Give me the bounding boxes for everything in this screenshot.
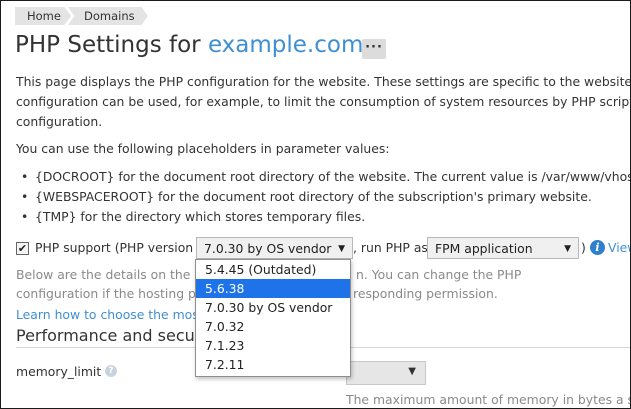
details-line-2b: responding permission. (353, 286, 498, 301)
learn-more-link[interactable]: Learn how to choose the mos (16, 305, 199, 325)
info-icon[interactable]: i (590, 240, 605, 255)
chevron-down-icon: ▼ (408, 366, 416, 377)
breadcrumb-domains[interactable]: Domains (68, 7, 148, 25)
view-link[interactable]: View (608, 238, 630, 258)
intro-line-2: configuration can be used, for example, … (16, 94, 631, 109)
dropdown-option[interactable]: 7.0.30 by OS vendor (196, 298, 350, 317)
intro-line-3: configuration. (16, 114, 103, 129)
details-line-1b: n. You can change the PHP (356, 267, 522, 282)
dropdown-option[interactable]: 7.1.23 (196, 336, 350, 355)
dropdown-option-highlighted[interactable]: 5.6.38 (196, 279, 350, 298)
page-title: PHP Settings for example.com (15, 32, 363, 58)
page-title-prefix: PHP Settings for (15, 32, 208, 58)
php-handler-select[interactable]: FPM application ▼ (427, 237, 579, 259)
details-line-1a: Below are the details on the w (16, 267, 205, 282)
list-item: {DOCROOT} for the document root director… (16, 167, 630, 187)
list-item: {WEBSPACEROOT} for the document root dir… (16, 187, 630, 207)
more-options-button[interactable]: ··· (362, 39, 386, 59)
run-php-as-label: , run PHP as (353, 240, 428, 255)
php-version-dropdown[interactable]: 5.4.45 (Outdated) 5.6.38 7.0.30 by OS ve… (195, 259, 351, 377)
section-title: Performance and securi (16, 326, 206, 345)
memory-limit-label: memory_limit (16, 364, 102, 379)
breadcrumb-home[interactable]: Home (15, 7, 71, 25)
placeholder-list: {DOCROOT} for the document root director… (16, 167, 630, 227)
dropdown-option[interactable]: 5.4.45 (Outdated) (196, 260, 350, 279)
placeholders-intro: You can use the following placeholders i… (16, 141, 390, 156)
page-frame: Home Domains PHP Settings for example.co… (0, 0, 631, 409)
details-line-2a: configuration if the hosting pr (16, 286, 201, 301)
php-support-checkbox[interactable]: ✔ (16, 242, 29, 255)
chevron-down-icon: ▼ (564, 244, 571, 254)
dropdown-option[interactable]: 7.2.11 (196, 355, 350, 374)
close-paren: ) (581, 240, 586, 255)
chevron-down-icon: ▼ (338, 244, 345, 254)
intro-line-1: This page displays the PHP configuration… (16, 74, 631, 89)
php-support-label: PHP support (PHP version (35, 240, 194, 255)
memory-limit-select[interactable]: ▼ (346, 361, 426, 385)
help-icon[interactable]: ? (105, 365, 117, 377)
php-version-select[interactable]: 7.0.30 by OS vendor ▼ (196, 237, 353, 259)
php-version-value: 7.0.30 by OS vendor (204, 241, 332, 256)
memory-limit-hint: The maximum amount of memory in bytes a … (346, 392, 630, 407)
php-handler-value: FPM application (435, 241, 533, 256)
dropdown-option[interactable]: 7.0.32 (196, 317, 350, 336)
list-item: {TMP} for the directory which stores tem… (16, 207, 630, 227)
page-title-domain-link[interactable]: example.com (208, 32, 363, 58)
